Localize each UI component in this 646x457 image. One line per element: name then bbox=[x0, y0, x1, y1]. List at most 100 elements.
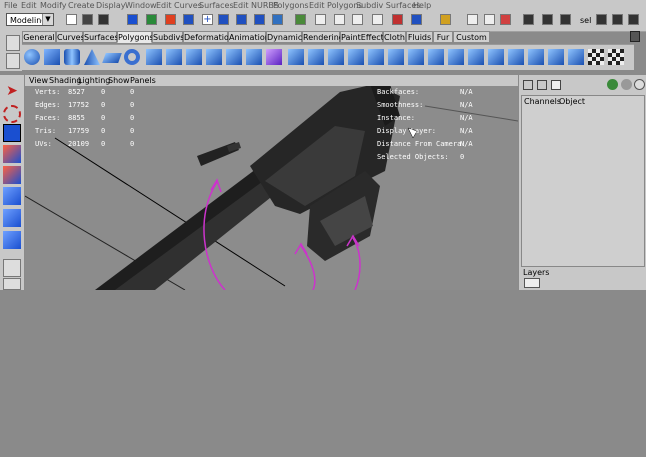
menu-edit[interactable]: Edit bbox=[21, 1, 37, 10]
history-icon[interactable] bbox=[295, 14, 306, 25]
tab-rendering[interactable]: Rendering bbox=[302, 31, 344, 43]
snap-plane-icon[interactable] bbox=[272, 14, 283, 25]
tab-painteffects[interactable]: PaintEffects bbox=[340, 31, 388, 43]
channel-box[interactable]: Channels Object bbox=[521, 95, 645, 267]
panel-layout-icon-3[interactable] bbox=[551, 80, 561, 90]
tab-surfaces[interactable]: Surfaces bbox=[83, 31, 119, 43]
mask-icon[interactable] bbox=[183, 14, 194, 25]
poly-cylinder-icon[interactable] bbox=[64, 49, 80, 65]
trash-icon[interactable] bbox=[630, 31, 640, 42]
render-settings-icon[interactable] bbox=[440, 14, 451, 25]
smooth-icon[interactable] bbox=[226, 49, 242, 65]
extrude-face-icon[interactable] bbox=[308, 49, 324, 65]
tab-general[interactable]: General bbox=[22, 31, 56, 43]
layout-icon[interactable] bbox=[596, 14, 607, 25]
new-scene-icon[interactable] bbox=[66, 14, 77, 25]
tab-curves[interactable]: Curves bbox=[56, 31, 85, 43]
shading-icon[interactable] bbox=[621, 79, 632, 90]
select-object-icon[interactable] bbox=[146, 14, 157, 25]
menu-polygons[interactable]: Polygons bbox=[273, 1, 309, 10]
tab-fluids[interactable]: Fluids bbox=[406, 31, 433, 43]
normals-icon[interactable] bbox=[548, 49, 564, 65]
new-layer-icon[interactable] bbox=[524, 278, 540, 288]
layout-icon-2[interactable] bbox=[612, 14, 623, 25]
save-scene-icon[interactable] bbox=[98, 14, 109, 25]
color-icon[interactable] bbox=[607, 79, 618, 90]
poly-torus-icon[interactable] bbox=[124, 49, 140, 65]
viewport-menu-panels[interactable]: Panels bbox=[130, 76, 156, 85]
lock-icon[interactable] bbox=[315, 14, 326, 25]
boolean-icon[interactable] bbox=[206, 49, 222, 65]
menu-window[interactable]: Window bbox=[125, 1, 157, 10]
panel-layout-icon[interactable] bbox=[523, 80, 533, 90]
menu-subdiv-surfaces[interactable]: Subdiv Surfaces bbox=[356, 1, 420, 10]
checker-uv-icon-2[interactable] bbox=[608, 49, 624, 65]
extrude-edge-icon[interactable] bbox=[328, 49, 344, 65]
perspective-viewport[interactable]: Verts: 8527 0 0 Edges: 17752 0 0 Faces: … bbox=[25, 86, 518, 290]
object-menu[interactable]: Object bbox=[559, 97, 585, 106]
menu-display[interactable]: Display bbox=[96, 1, 126, 10]
construction-icon[interactable] bbox=[372, 14, 383, 25]
tab-fur[interactable]: Fur bbox=[433, 31, 453, 43]
extract-icon[interactable] bbox=[186, 49, 202, 65]
tab-deformation[interactable]: Deformation bbox=[183, 31, 234, 43]
split-icon[interactable] bbox=[388, 49, 404, 65]
hypershade-icon[interactable] bbox=[467, 14, 478, 25]
lock-icon-3[interactable] bbox=[352, 14, 363, 25]
scale-tool-icon[interactable] bbox=[3, 187, 21, 205]
film-icon[interactable] bbox=[523, 14, 534, 25]
separate-icon[interactable] bbox=[166, 49, 182, 65]
shelf-menu-button[interactable] bbox=[6, 35, 20, 51]
tab-polygons[interactable]: Polygons bbox=[117, 31, 154, 43]
cut-faces-icon[interactable] bbox=[408, 49, 424, 65]
snap-curve-icon[interactable] bbox=[236, 14, 247, 25]
shelf-options-button[interactable] bbox=[6, 53, 20, 69]
clapper-icon-2[interactable] bbox=[560, 14, 571, 25]
viewport-menu-view[interactable]: View bbox=[29, 76, 48, 85]
poly-cone-icon[interactable] bbox=[84, 49, 100, 65]
menu-help[interactable]: Help bbox=[413, 1, 431, 10]
last-tool-icon[interactable] bbox=[3, 231, 21, 249]
menu-create[interactable]: Create bbox=[68, 1, 95, 10]
tab-animation[interactable]: Animation bbox=[228, 31, 270, 43]
paint-select-tool-icon[interactable] bbox=[3, 124, 21, 142]
mode-selector[interactable]: Modeling ▼ bbox=[6, 13, 54, 26]
subdiv-proxy-icon[interactable] bbox=[266, 49, 282, 65]
graph-icon[interactable] bbox=[484, 14, 495, 25]
plus-icon[interactable]: + bbox=[202, 14, 213, 25]
menu-edit-curves[interactable]: Edit Curves bbox=[156, 1, 202, 10]
tab-dynamics[interactable]: Dynamics bbox=[266, 31, 306, 43]
move-tool-icon[interactable] bbox=[3, 145, 21, 163]
snap-grid-icon[interactable] bbox=[218, 14, 229, 25]
poly-sphere-icon[interactable] bbox=[24, 49, 40, 65]
magnet-icon[interactable] bbox=[500, 14, 511, 25]
reduce-icon[interactable] bbox=[246, 49, 262, 65]
viewport-menu-shading[interactable]: Shading bbox=[49, 76, 82, 85]
layout-icon-3[interactable] bbox=[628, 14, 639, 25]
four-view-icon[interactable] bbox=[3, 278, 21, 290]
sphere-icon[interactable] bbox=[634, 79, 645, 90]
open-scene-icon[interactable] bbox=[82, 14, 93, 25]
render-icon[interactable] bbox=[392, 14, 403, 25]
wedge-icon[interactable] bbox=[508, 49, 524, 65]
menu-file[interactable]: File bbox=[4, 1, 17, 10]
poly-cube-icon[interactable] bbox=[44, 49, 60, 65]
tab-cloth[interactable]: Cloth bbox=[383, 31, 406, 43]
tab-subdivs[interactable]: Subdivs bbox=[152, 31, 184, 43]
single-view-icon[interactable] bbox=[3, 259, 21, 277]
merge-icon[interactable] bbox=[448, 49, 464, 65]
poly-plane-icon[interactable] bbox=[102, 53, 122, 63]
clapper-icon[interactable] bbox=[542, 14, 553, 25]
manipulator-tool-icon[interactable] bbox=[3, 209, 21, 227]
menu-edit-polygons[interactable]: Edit Polygons bbox=[309, 1, 363, 10]
select-component-icon[interactable] bbox=[165, 14, 176, 25]
bevel-icon[interactable] bbox=[428, 49, 444, 65]
collapse-icon[interactable] bbox=[468, 49, 484, 65]
viewport-menu-lighting[interactable]: Lighting bbox=[78, 76, 110, 85]
lasso-tool-icon[interactable] bbox=[3, 105, 21, 123]
rotate-tool-icon[interactable] bbox=[3, 166, 21, 184]
tab-custom[interactable]: Custom bbox=[453, 31, 490, 43]
channels-menu[interactable]: Channels bbox=[524, 97, 561, 106]
menu-surfaces[interactable]: Surfaces bbox=[199, 1, 234, 10]
triangulate-icon[interactable] bbox=[568, 49, 584, 65]
